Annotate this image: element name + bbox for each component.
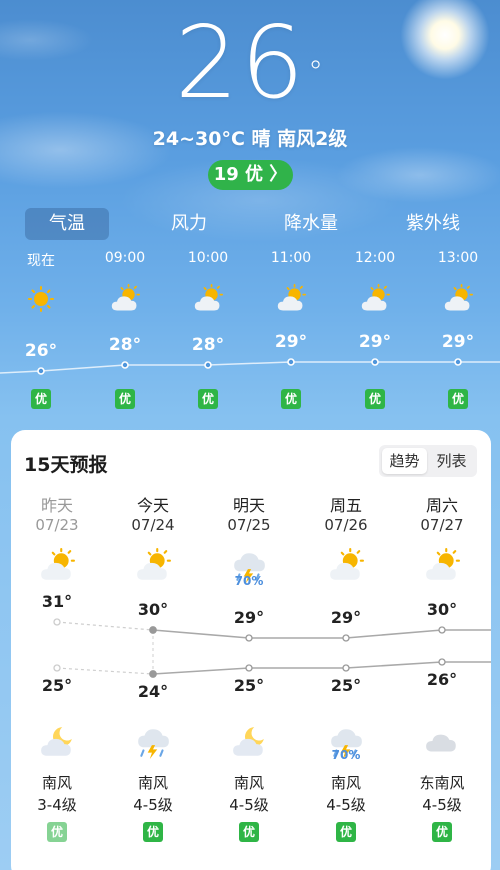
hour-time-label: 10:00 [187, 250, 229, 266]
current-temp-value: 26 [174, 4, 307, 121]
sunny-icon [26, 284, 56, 314]
hour-temperature: 29° [441, 332, 475, 352]
hour-temp-point [121, 361, 129, 369]
wind-level: 4-5级 [422, 796, 462, 814]
day-name: 周五 [329, 496, 362, 515]
temp-point [149, 626, 157, 634]
day-date: 07/24 [131, 516, 175, 534]
wind-direction: 南风 [233, 774, 264, 792]
temp-point [245, 634, 253, 642]
day-date: 07/26 [324, 516, 368, 534]
precipitation-chance: 70% [234, 574, 264, 588]
tab-temperature[interactable]: 气温 [25, 208, 109, 240]
partly-cloudy-icon [39, 548, 75, 584]
view-toggle: 趋势 列表 [379, 445, 477, 477]
forecast-title: 15天预报 [24, 454, 108, 476]
tab-wind[interactable]: 风力 [147, 208, 231, 240]
hour-temp-point [204, 361, 212, 369]
temp-point [438, 658, 446, 666]
temp-point [53, 618, 61, 626]
toggle-trend[interactable]: 趋势 [382, 448, 427, 474]
temp-point [53, 664, 61, 672]
aqi-badge: 优 [281, 389, 301, 409]
toggle-list[interactable]: 列表 [429, 448, 474, 474]
wind-direction: 东南风 [419, 774, 465, 792]
hourly-metric-tabs: 气温 风力 降水量 紫外线 [0, 208, 500, 240]
degree-symbol: ° [308, 55, 326, 90]
hour-temperature: 29° [358, 332, 392, 352]
high-temperature: 31° [41, 592, 73, 611]
hour-time-label: 11:00 [270, 250, 312, 266]
partly-cloudy-icon [110, 284, 140, 314]
partly-cloudy-icon [276, 284, 306, 314]
partly-cloudy-icon [443, 284, 473, 314]
day-name: 今天 [136, 496, 169, 515]
day-name: 周六 [425, 496, 458, 515]
wind-direction: 南风 [41, 774, 72, 792]
tab-uv[interactable]: 紫外线 [391, 208, 475, 240]
hour-temp-point [371, 358, 379, 366]
day-name: 昨天 [40, 496, 73, 515]
aqi-badge: 优 [336, 822, 356, 842]
hour-temperature: 29° [274, 332, 308, 352]
wind-level: 4-5级 [133, 796, 173, 814]
wind-level: 4-5级 [229, 796, 269, 814]
aqi-badge: 优 [365, 389, 385, 409]
fifteen-day-forecast-card: 15天预报 趋势 列表 昨天 07/23 31° 25° 南风 3-4级优今天 07/24 3… [11, 430, 491, 870]
aqi-badge: 优 [31, 389, 51, 409]
hour-temp-point [37, 367, 45, 375]
temp-point [438, 626, 446, 634]
night-precipitation-chance: 70% [331, 748, 361, 762]
day-date: 07/23 [35, 516, 79, 534]
partly-cloudy-icon [360, 284, 390, 314]
aqi-badge: 优 [47, 822, 67, 842]
aqi-badge: 优 [198, 389, 218, 409]
partly-cloudy-icon [328, 548, 364, 584]
partly-cloudy-icon [424, 548, 460, 584]
aqi-badge: 优 [143, 822, 163, 842]
wind-direction: 南风 [137, 774, 168, 792]
temp-point [149, 670, 157, 678]
thunderstorm-icon [135, 724, 171, 760]
temp-point [342, 664, 350, 672]
condition-summary: 24~30°C 晴 南风2级 [152, 128, 348, 150]
aqi-badge: 优 [448, 389, 468, 409]
tab-precipitation[interactable]: 降水量 [269, 208, 353, 240]
temp-point [245, 664, 253, 672]
wind-direction: 南风 [330, 774, 361, 792]
day-name: 明天 [232, 496, 265, 515]
day-date: 07/25 [227, 516, 271, 534]
hour-temp-point [287, 358, 295, 366]
temp-point [342, 634, 350, 642]
cloudy-icon [424, 724, 460, 760]
partly-cloudy-icon [135, 548, 171, 584]
moon-cloud-icon [39, 724, 75, 760]
moon-cloud-icon [231, 724, 267, 760]
hour-time-label: 09:00 [104, 250, 146, 266]
wind-level: 3-4级 [37, 796, 77, 814]
temperature-trend-chart [53, 618, 491, 678]
current-temperature: 26° [0, 8, 500, 118]
day-date: 07/27 [420, 516, 464, 534]
aqi-badge: 优 [432, 822, 452, 842]
aqi-badge: 优 [115, 389, 135, 409]
hour-time-label: 12:00 [354, 250, 396, 266]
aqi-badge: 优 [239, 822, 259, 842]
wind-level: 4-5级 [326, 796, 366, 814]
aqi-button[interactable]: 19 优 〉 [208, 160, 293, 190]
hour-time-label: 现在 [27, 253, 55, 269]
hour-time-label: 13:00 [437, 250, 479, 266]
partly-cloudy-icon [193, 284, 223, 314]
hourly-temperature-line [0, 358, 500, 375]
hour-temp-point [454, 358, 462, 366]
